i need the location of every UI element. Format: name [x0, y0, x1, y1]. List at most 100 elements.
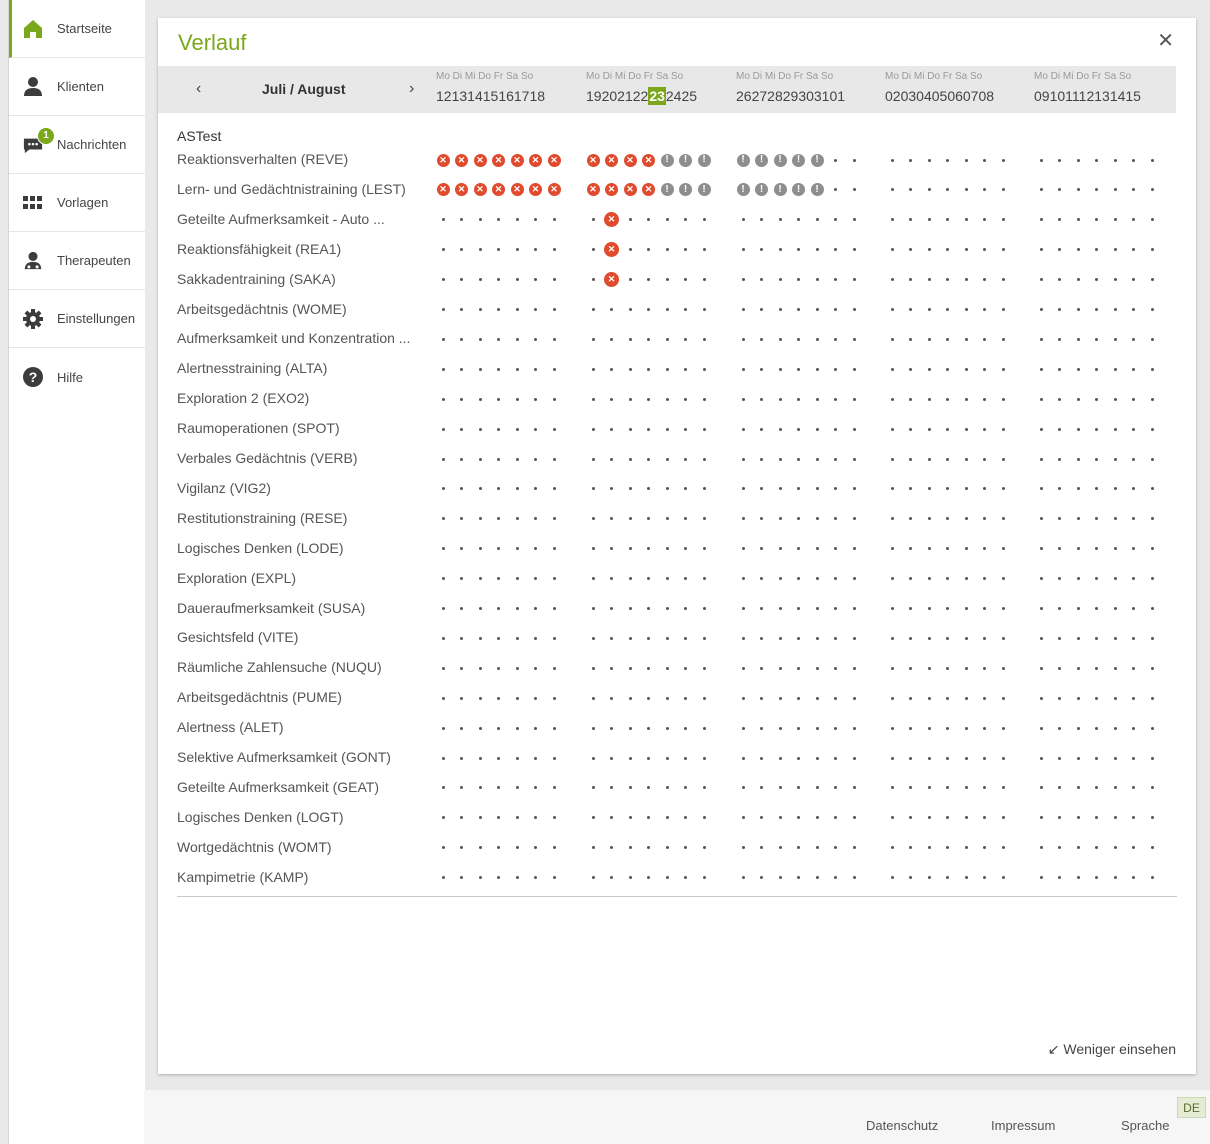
task-label[interactable]: Restitutionstraining (RESE) — [177, 510, 347, 526]
error-icon[interactable]: ✕ — [642, 183, 655, 197]
sidebar-item-einstellungen[interactable]: Einstellungen — [9, 290, 145, 348]
error-icon[interactable]: ✕ — [604, 272, 619, 288]
warning-icon[interactable]: ! — [792, 183, 805, 197]
day-number[interactable]: 30 — [798, 88, 814, 104]
warning-icon[interactable]: ! — [679, 183, 692, 197]
day-number[interactable]: 03 — [901, 88, 917, 104]
sidebar-item-klienten[interactable]: Klienten — [9, 58, 145, 116]
task-label[interactable]: Kampimetrie (KAMP) — [177, 869, 308, 885]
warning-icon[interactable]: ! — [755, 183, 768, 197]
day-number[interactable]: 23 — [648, 87, 666, 105]
task-label[interactable]: Reaktionsverhalten (REVE) — [177, 151, 348, 167]
error-icon[interactable]: ✕ — [623, 183, 637, 197]
warning-icon[interactable]: ! — [773, 153, 787, 167]
warning-icon[interactable]: ! — [773, 183, 787, 197]
day-number[interactable]: 20 — [602, 88, 618, 104]
warning-icon[interactable]: ! — [736, 153, 750, 167]
task-label[interactable]: Aufmerksamkeit und Konzentration ... — [177, 330, 410, 346]
day-number[interactable]: 14 — [1110, 88, 1126, 104]
day-number[interactable]: 29 — [783, 88, 799, 104]
sidebar-item-hilfe[interactable]: ? Hilfe — [9, 348, 145, 406]
close-icon[interactable]: ✕ — [1157, 30, 1174, 52]
error-icon[interactable]: ✕ — [623, 153, 637, 167]
day-number[interactable]: 14 — [467, 88, 483, 104]
day-number[interactable]: 13 — [1094, 88, 1110, 104]
error-icon[interactable]: ✕ — [436, 183, 450, 197]
error-icon[interactable]: ✕ — [604, 212, 619, 228]
warning-icon[interactable]: ! — [679, 153, 692, 167]
imprint-link[interactable]: Impressum — [991, 1118, 1055, 1133]
task-label[interactable]: Sakkadentraining (SAKA) — [177, 271, 336, 287]
task-label[interactable]: Geteilte Aufmerksamkeit - Auto ... — [177, 211, 385, 227]
task-label[interactable]: Alertness (ALET) — [177, 719, 284, 735]
day-number[interactable]: 31 — [814, 88, 830, 104]
warning-icon[interactable]: ! — [660, 153, 674, 167]
language-link[interactable]: Sprache — [1121, 1118, 1169, 1133]
warning-icon[interactable]: ! — [736, 183, 750, 197]
task-label[interactable]: Lern- und Gedächtnistraining (LEST) — [177, 181, 406, 197]
task-label[interactable]: Arbeitsgedächtnis (PUME) — [177, 689, 342, 705]
error-icon[interactable]: ✕ — [604, 242, 619, 258]
day-number[interactable]: 13 — [452, 88, 468, 104]
task-label[interactable]: Raumoperationen (SPOT) — [177, 420, 340, 436]
task-label[interactable]: Arbeitsgedächtnis (WOME) — [177, 301, 347, 317]
warning-icon[interactable]: ! — [660, 183, 674, 197]
task-label[interactable]: Vigilanz (VIG2) — [177, 480, 271, 496]
warning-icon[interactable]: ! — [810, 153, 824, 167]
error-icon[interactable]: ✕ — [642, 153, 655, 167]
error-icon[interactable]: ✕ — [586, 183, 600, 197]
chevron-left-icon[interactable]: ‹ — [196, 80, 201, 98]
day-number[interactable]: 16 — [498, 88, 514, 104]
error-icon[interactable]: ✕ — [605, 183, 618, 197]
task-label[interactable]: Logisches Denken (LODE) — [177, 540, 344, 556]
day-number[interactable]: 12 — [1079, 88, 1095, 104]
task-label[interactable]: Daueraufmerksamkeit (SUSA) — [177, 600, 365, 616]
day-number[interactable]: 08 — [978, 88, 994, 104]
error-icon[interactable]: ✕ — [455, 183, 468, 197]
task-label[interactable]: Exploration (EXPL) — [177, 570, 296, 586]
day-number[interactable]: 09 — [1034, 88, 1050, 104]
day-number[interactable]: 12 — [436, 88, 452, 104]
day-number[interactable]: 21 — [617, 88, 633, 104]
error-icon[interactable]: ✕ — [510, 183, 524, 197]
error-icon[interactable]: ✕ — [510, 153, 524, 167]
day-number[interactable]: 05 — [932, 88, 948, 104]
error-icon[interactable]: ✕ — [529, 153, 542, 167]
error-icon[interactable]: ✕ — [473, 183, 487, 197]
error-icon[interactable]: ✕ — [605, 153, 618, 167]
day-number[interactable]: 24 — [666, 88, 682, 104]
day-number[interactable]: 26 — [736, 88, 752, 104]
error-icon[interactable]: ✕ — [547, 153, 561, 167]
sidebar-item-nachrichten[interactable]: 1 Nachrichten — [9, 116, 145, 174]
warning-icon[interactable]: ! — [697, 183, 711, 197]
day-number[interactable]: 10 — [1050, 88, 1066, 104]
warning-icon[interactable]: ! — [810, 183, 824, 197]
day-number[interactable]: 28 — [767, 88, 783, 104]
task-label[interactable]: Exploration 2 (EXO2) — [177, 390, 309, 406]
warning-icon[interactable]: ! — [755, 153, 768, 167]
task-label[interactable]: Verbales Gedächtnis (VERB) — [177, 450, 358, 466]
task-label[interactable]: Gesichtsfeld (VITE) — [177, 629, 298, 645]
task-label[interactable]: Räumliche Zahlensuche (NUQU) — [177, 659, 382, 675]
warning-icon[interactable]: ! — [792, 153, 805, 167]
day-number[interactable]: 06 — [947, 88, 963, 104]
error-icon[interactable]: ✕ — [473, 153, 487, 167]
task-label[interactable]: Logisches Denken (LOGT) — [177, 809, 344, 825]
error-icon[interactable]: ✕ — [492, 153, 505, 167]
language-badge[interactable]: DE — [1177, 1097, 1206, 1118]
day-number[interactable]: 02 — [885, 88, 901, 104]
day-number[interactable]: 07 — [963, 88, 979, 104]
day-number[interactable]: 01 — [829, 88, 845, 104]
privacy-link[interactable]: Datenschutz — [866, 1118, 938, 1133]
day-number[interactable]: 19 — [586, 88, 602, 104]
day-number[interactable]: 18 — [529, 88, 545, 104]
error-icon[interactable]: ✕ — [436, 153, 450, 167]
day-number[interactable]: 11 — [1065, 88, 1079, 104]
task-label[interactable]: Reaktionsfähigkeit (REA1) — [177, 241, 341, 257]
day-number[interactable]: 17 — [514, 88, 530, 104]
day-number[interactable]: 15 — [483, 88, 499, 104]
task-label[interactable]: Geteilte Aufmerksamkeit (GEAT) — [177, 779, 379, 795]
sidebar-item-vorlagen[interactable]: Vorlagen — [9, 174, 145, 232]
chevron-right-icon[interactable]: › — [409, 80, 414, 98]
day-number[interactable]: 04 — [916, 88, 932, 104]
